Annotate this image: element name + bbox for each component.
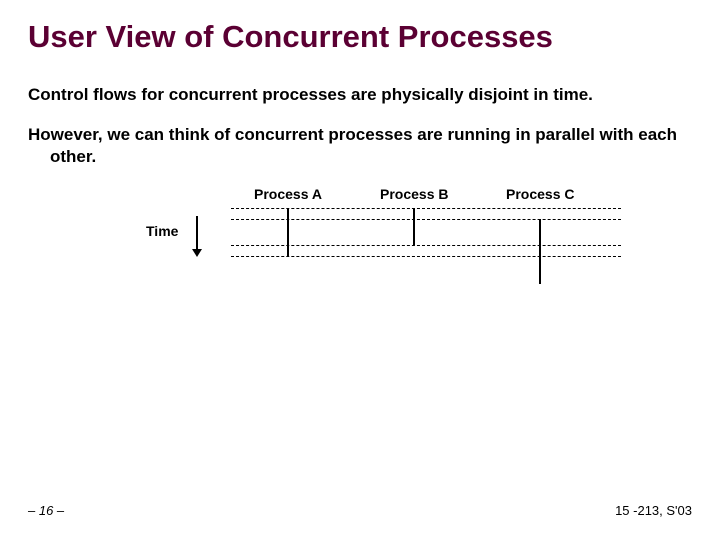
time-arrow-line <box>196 216 198 250</box>
dashed-line-4 <box>231 256 621 257</box>
process-c-bar <box>539 219 541 284</box>
process-b-bar <box>413 208 415 245</box>
bullet-2: However, we can think of concurrent proc… <box>28 124 692 168</box>
footer-page-number: – 16 – <box>28 503 64 518</box>
process-a-bar <box>287 208 289 256</box>
dashed-line-3 <box>231 245 621 246</box>
process-a-label: Process A <box>254 186 322 202</box>
time-arrow-head <box>192 249 202 257</box>
time-label: Time <box>146 223 178 239</box>
bullet-1: Control flows for concurrent processes a… <box>28 84 692 106</box>
dashed-line-1 <box>231 208 621 209</box>
dashed-line-2 <box>231 219 621 220</box>
slide: User View of Concurrent Processes Contro… <box>0 0 720 540</box>
process-c-label: Process C <box>506 186 574 202</box>
process-diagram: Process A Process B Process C Time <box>28 186 692 316</box>
slide-title: User View of Concurrent Processes <box>28 20 692 54</box>
footer-course-id: 15 -213, S'03 <box>615 503 692 518</box>
process-b-label: Process B <box>380 186 448 202</box>
